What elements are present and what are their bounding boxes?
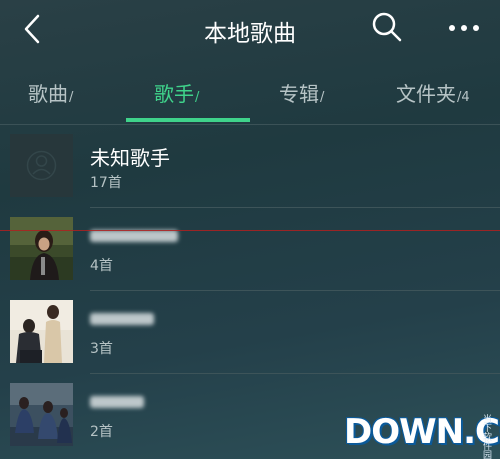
tab-artists[interactable]: 歌手/ (154, 78, 199, 107)
tab-songs[interactable]: 歌曲/ (28, 78, 73, 107)
list-item[interactable]: 未知歌手 17首 (0, 125, 500, 208)
search-icon[interactable] (370, 10, 404, 44)
watermark-logo: DOWN.CC 当下软件园 (340, 410, 500, 459)
tab-artists-count: / (195, 90, 200, 105)
annotation-line (0, 230, 500, 231)
artist-avatar (10, 300, 73, 363)
redacted-artist-name (90, 313, 154, 325)
song-count: 17首 (90, 175, 122, 191)
redacted-artist-name (90, 230, 178, 242)
artist-avatar (10, 217, 73, 280)
tab-artists-label: 歌手 (154, 82, 194, 106)
tab-albums-label: 专辑 (279, 82, 319, 106)
tab-albums-count: / (320, 90, 325, 105)
artist-name: 未知歌手 (90, 146, 170, 170)
tab-songs-label: 歌曲 (28, 82, 68, 106)
list-item[interactable]: 4首 (0, 208, 500, 291)
watermark-text: DOWN.CC (344, 412, 500, 452)
tab-songs-count: / (69, 90, 74, 105)
tab-folders[interactable]: 文件夹/4 (396, 78, 470, 107)
tab-folders-count: /4 (457, 90, 470, 105)
tab-bar: 歌曲/ 歌手/ 专辑/ 文件夹/4 (0, 60, 500, 124)
redacted-artist-name (90, 396, 144, 408)
artist-avatar (10, 383, 73, 446)
default-artist-avatar-icon (10, 134, 73, 197)
song-count: 4首 (90, 258, 113, 274)
more-icon[interactable] (446, 16, 482, 40)
page-title: 本地歌曲 (204, 21, 296, 47)
tab-folders-label: 文件夹 (396, 82, 456, 106)
tab-albums[interactable]: 专辑/ (279, 78, 324, 107)
top-bar: 本地歌曲 (0, 0, 500, 58)
active-tab-indicator (126, 118, 250, 122)
song-count: 3首 (90, 341, 113, 357)
watermark-side-text: 当下软件园 (481, 414, 491, 459)
list-item[interactable]: 3首 (0, 291, 500, 374)
song-count: 2首 (90, 424, 113, 440)
